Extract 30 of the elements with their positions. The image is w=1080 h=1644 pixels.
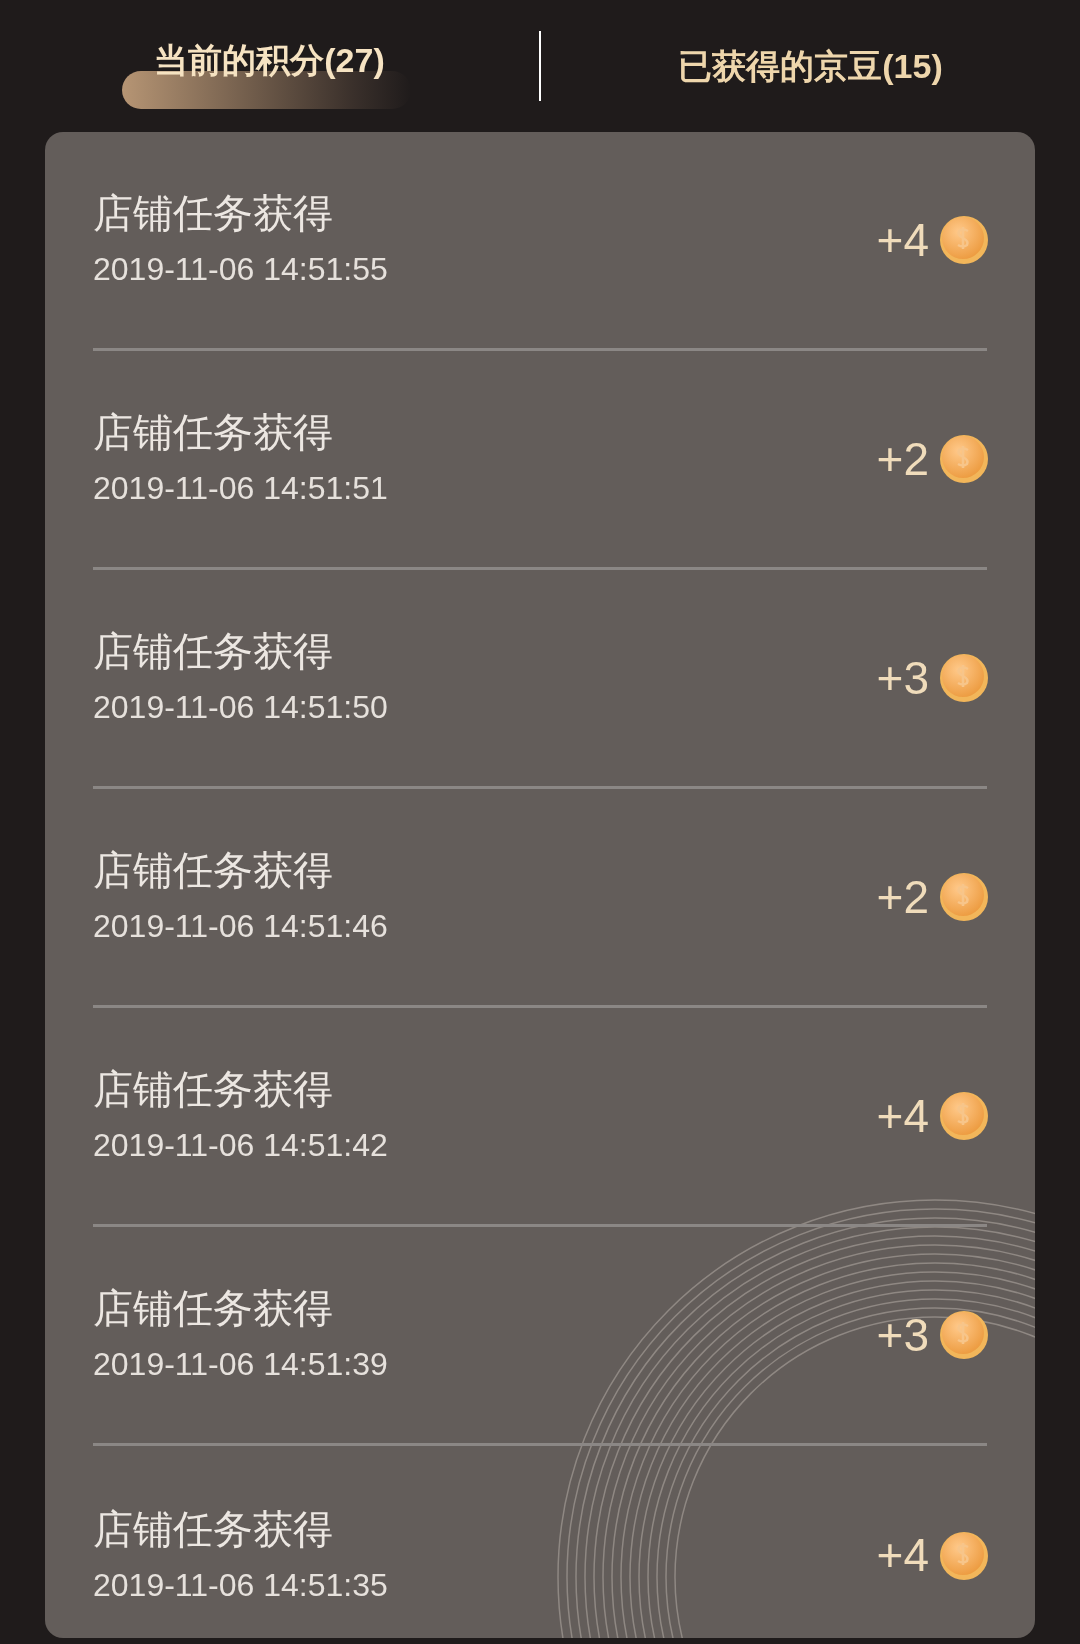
coin-icon [939,215,989,265]
points-amount: +2 [876,869,929,925]
tab[interactable]: 当前的积分(27) [0,26,539,106]
record-title: 店铺任务获得 [93,409,334,456]
coin-icon [939,872,989,922]
record-time: 2019-11-06 14:51:39 [93,1345,388,1384]
record-title: 店铺任务获得 [93,1066,334,1113]
coin-icon [939,653,989,703]
points-amount: +3 [876,1307,929,1363]
record-title: 店铺任务获得 [93,628,334,675]
coin-icon [939,1091,989,1141]
points-amount: +4 [876,1088,929,1144]
record-title: 店铺任务获得 [93,1505,334,1553]
record-time: 2019-11-06 14:51:55 [93,250,388,289]
record-title: 店铺任务获得 [93,190,334,237]
points-amount: +4 [876,212,929,268]
record-title: 店铺任务获得 [93,847,334,894]
record-time: 2019-11-06 14:51:46 [93,907,388,946]
points-amount: +4 [876,1528,929,1583]
record-time: 2019-11-06 14:51:50 [93,688,388,727]
points-amount: +3 [876,650,929,706]
tab[interactable]: 已获得的京豆(15) [541,26,1080,106]
record-title: 店铺任务获得 [93,1285,334,1332]
coin-icon [939,434,989,484]
record-time: 2019-11-06 14:51:42 [93,1126,388,1165]
coin-icon [939,1530,989,1581]
points-amount: +2 [876,431,929,487]
record-time: 2019-11-06 14:51:51 [93,469,388,508]
coin-icon [939,1310,989,1360]
record-time: 2019-11-06 14:51:35 [93,1565,388,1605]
